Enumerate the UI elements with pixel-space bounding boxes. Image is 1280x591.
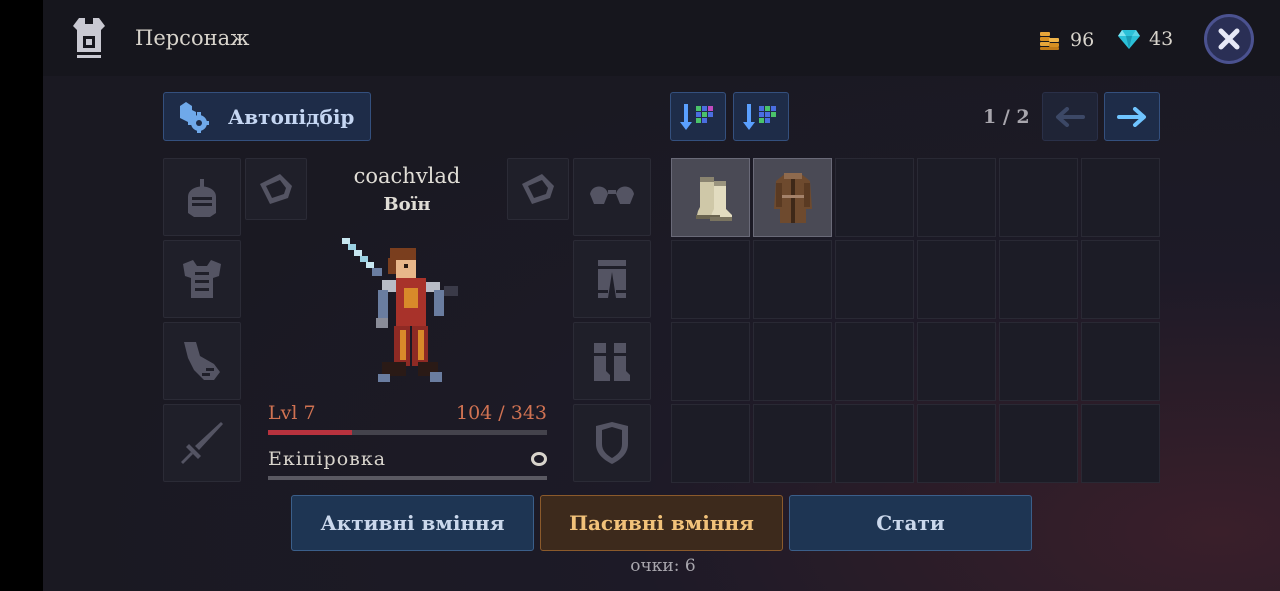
inventory-slot[interactable] bbox=[671, 404, 750, 483]
shoulders-slot[interactable] bbox=[573, 158, 651, 236]
weapon-slot[interactable] bbox=[163, 404, 241, 482]
boots-slot[interactable] bbox=[573, 322, 651, 400]
leather-coat-icon bbox=[773, 172, 812, 223]
gloves-slot[interactable] bbox=[163, 322, 241, 400]
pants-slot[interactable] bbox=[573, 240, 651, 318]
inventory-slot[interactable] bbox=[835, 240, 914, 319]
inventory-slot[interactable] bbox=[671, 240, 750, 319]
inventory-slot[interactable] bbox=[835, 322, 914, 401]
shield-icon bbox=[596, 422, 628, 464]
stats-button[interactable]: Стати bbox=[789, 495, 1032, 551]
character-name: coachvlad bbox=[353, 164, 461, 188]
experience-bar bbox=[268, 430, 547, 435]
arrow-right-icon bbox=[1117, 106, 1146, 127]
autoequip-gear-icon bbox=[180, 101, 209, 133]
sort-by-rarity-button[interactable] bbox=[733, 92, 789, 141]
leather-boots-icon bbox=[695, 176, 732, 221]
shoulder-pads-icon bbox=[590, 186, 634, 204]
inventory-slot[interactable] bbox=[835, 158, 914, 237]
pants-icon bbox=[598, 260, 626, 298]
inventory-slot[interactable] bbox=[1081, 240, 1160, 319]
ring-slot-right[interactable] bbox=[507, 158, 569, 220]
previous-page-button[interactable] bbox=[1042, 92, 1098, 141]
inventory-slot[interactable] bbox=[1081, 404, 1160, 483]
inventory-slot[interactable] bbox=[999, 240, 1078, 319]
sword-icon bbox=[181, 422, 223, 464]
inventory-slot[interactable] bbox=[753, 322, 832, 401]
screen: Персонаж 96 43 Автопідбір coachvlad Воїн… bbox=[43, 0, 1280, 591]
chest-armor-slot[interactable] bbox=[163, 240, 241, 318]
sort-grid-icon bbox=[680, 103, 713, 130]
arrow-left-icon bbox=[1056, 106, 1085, 127]
helmet-icon bbox=[188, 179, 216, 217]
equipment-bar bbox=[268, 476, 547, 480]
inventory-slot[interactable] bbox=[999, 322, 1078, 401]
ring-icon bbox=[522, 174, 554, 204]
sort-by-type-button[interactable] bbox=[670, 92, 726, 141]
chest-armor-icon bbox=[183, 260, 221, 298]
passive-skills-button[interactable]: Пасивні вміння bbox=[540, 495, 783, 551]
equipment-label: Екіпіровка bbox=[268, 448, 387, 470]
gauntlet-icon bbox=[184, 342, 220, 380]
gem-amount: 43 bbox=[1149, 28, 1174, 50]
page-indicator: 1 / 2 bbox=[983, 106, 1030, 128]
inventory-slot[interactable] bbox=[999, 404, 1078, 483]
gem-counter: 43 bbox=[1117, 28, 1173, 50]
autoequip-label: Автопідбір bbox=[228, 104, 355, 129]
inventory-slot[interactable] bbox=[1081, 322, 1160, 401]
inventory-slot[interactable] bbox=[835, 404, 914, 483]
diamond-icon bbox=[1118, 30, 1140, 49]
gold-counter: 96 bbox=[1038, 28, 1094, 52]
inventory-slot[interactable] bbox=[917, 158, 996, 237]
inventory-slot-coat[interactable] bbox=[753, 158, 832, 237]
close-icon bbox=[1218, 28, 1240, 50]
character-class: Воїн bbox=[383, 194, 431, 215]
inventory-slot[interactable] bbox=[671, 322, 750, 401]
inventory-slot[interactable] bbox=[753, 240, 832, 319]
next-page-button[interactable] bbox=[1104, 92, 1160, 141]
equipment-score-icon bbox=[531, 452, 547, 466]
shield-slot[interactable] bbox=[573, 404, 651, 482]
autoequip-button[interactable]: Автопідбір bbox=[163, 92, 371, 141]
inventory-slot[interactable] bbox=[917, 240, 996, 319]
character-armor-icon bbox=[73, 18, 105, 58]
ring-slot-left[interactable] bbox=[245, 158, 307, 220]
close-button[interactable] bbox=[1204, 14, 1254, 64]
inventory-slot[interactable] bbox=[753, 404, 832, 483]
warrior-character-sprite bbox=[342, 238, 458, 382]
level-label: Lvl 7 bbox=[268, 402, 316, 424]
inventory-slot[interactable] bbox=[999, 158, 1078, 237]
sort-grid-icon bbox=[743, 103, 776, 130]
page-title: Персонаж bbox=[135, 26, 250, 50]
boots-icon bbox=[594, 343, 630, 381]
ring-icon bbox=[260, 174, 292, 204]
helmet-slot[interactable] bbox=[163, 158, 241, 236]
gold-coins-icon bbox=[1040, 32, 1059, 50]
inventory-slot[interactable] bbox=[917, 322, 996, 401]
experience-bar-fill bbox=[268, 430, 352, 435]
active-skills-button[interactable]: Активні вміння bbox=[291, 495, 534, 551]
gold-amount: 96 bbox=[1070, 29, 1095, 51]
top-bar: Персонаж 96 43 bbox=[43, 0, 1280, 76]
skill-points: очки: 6 bbox=[630, 556, 696, 576]
inventory-slot-boots[interactable] bbox=[671, 158, 750, 237]
inventory-slot[interactable] bbox=[917, 404, 996, 483]
inventory-slot[interactable] bbox=[1081, 158, 1160, 237]
experience-value: 104 / 343 bbox=[455, 402, 547, 424]
